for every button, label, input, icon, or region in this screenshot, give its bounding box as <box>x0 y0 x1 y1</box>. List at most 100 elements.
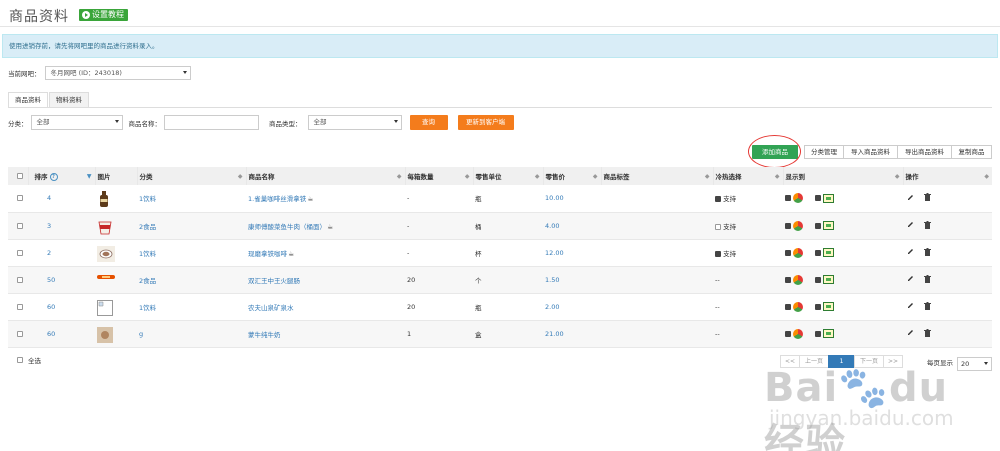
delete-icon[interactable] <box>924 274 932 285</box>
tab-materials[interactable]: 物料资料 <box>49 92 89 108</box>
col-category[interactable]: 分类 ◆ <box>136 167 246 185</box>
display-pc-checkbox[interactable] <box>785 276 791 283</box>
select-all[interactable]: 全选 <box>17 355 41 365</box>
col-price[interactable]: 零售价 ◆ <box>542 167 601 185</box>
category-select[interactable]: 全部 <box>30 115 123 130</box>
col-box-qty[interactable]: 每箱数量 ◆ <box>404 167 473 185</box>
hot-cold-checkbox[interactable] <box>715 250 721 257</box>
product-name-link[interactable]: 农夫山泉矿泉水 <box>248 304 294 312</box>
delete-icon[interactable] <box>924 193 932 203</box>
col-tag[interactable]: 商品标签 ◆ <box>600 167 713 185</box>
pager-first[interactable]: << <box>780 355 800 368</box>
delete-icon[interactable] <box>924 301 932 312</box>
product-name-link[interactable]: 现磨拿铁咖啡 <box>248 250 287 258</box>
edit-icon[interactable] <box>907 194 914 203</box>
per-page-select[interactable]: 20 <box>957 357 992 371</box>
row-checkbox[interactable] <box>17 330 23 337</box>
sort-value[interactable]: 4 <box>47 194 51 202</box>
product-image[interactable] <box>97 273 115 287</box>
tab-products[interactable]: 商品资料 <box>8 92 48 108</box>
sort-value[interactable]: 60 <box>47 330 55 338</box>
product-image[interactable] <box>97 299 113 316</box>
category-value[interactable]: g <box>139 330 143 338</box>
pager-last[interactable]: >> <box>883 355 903 368</box>
edit-icon[interactable] <box>907 275 914 284</box>
shop-select-value: 冬月网吧 (ID：243018) <box>50 69 122 77</box>
product-name-link[interactable]: 蒙牛纯牛奶 <box>248 331 281 339</box>
category-manage-button[interactable]: 分类管理 <box>804 145 844 159</box>
product-name-link[interactable]: 康师傅酸菜鱼牛肉（桶面） <box>248 223 326 231</box>
col-hot-cold[interactable]: 冷热选择 ◆ <box>712 167 783 185</box>
col-actions[interactable]: 操作 ◆ <box>902 167 992 185</box>
table-row[interactable]: 50 2食品 双汇王中王火腿肠 20 个 1.50 -- <box>8 266 992 293</box>
table-row[interactable]: 3 2食品 康师傅酸菜鱼牛肉（桶面）☕ - 桶 4.00 支持 <box>8 212 992 239</box>
category-cell: 1饮料 <box>137 293 246 320</box>
table-row[interactable]: 60 g 蒙牛纯牛奶 1 盒 21.00 -- <box>8 320 992 347</box>
display-screen-checkbox[interactable] <box>815 276 822 283</box>
col-unit[interactable]: 零售单位 ◆ <box>472 167 543 185</box>
hot-cold-checkbox[interactable] <box>715 196 721 203</box>
import-button[interactable]: 导入商品资料 <box>843 145 898 159</box>
row-checkbox[interactable] <box>17 303 23 310</box>
table-row[interactable]: 60 1饮料 农夫山泉矿泉水 20 瓶 2.00 -- <box>8 293 992 320</box>
sort-value[interactable]: 3 <box>47 222 51 230</box>
sort-value[interactable]: 2 <box>47 249 51 257</box>
product-name-link[interactable]: 双汇王中王火腿肠 <box>248 277 300 285</box>
row-checkbox[interactable] <box>17 195 23 202</box>
delete-icon[interactable] <box>924 247 932 258</box>
edit-icon[interactable] <box>907 221 914 230</box>
display-screen-checkbox[interactable] <box>815 303 822 310</box>
category-value[interactable]: 1饮料 <box>139 250 156 258</box>
display-screen-checkbox[interactable] <box>815 330 822 337</box>
category-value[interactable]: 2食品 <box>139 277 156 285</box>
pager-prev[interactable]: 上一页 <box>799 355 829 368</box>
col-sort[interactable]: 排序? ▼ <box>27 167 95 185</box>
col-display[interactable]: 显示到 ◆ <box>782 167 903 185</box>
category-value[interactable]: 2食品 <box>139 223 156 231</box>
display-screen-checkbox[interactable] <box>815 249 822 256</box>
help-icon[interactable]: ? <box>49 173 58 181</box>
unit-cell: 桶 <box>473 212 543 239</box>
edit-icon[interactable] <box>907 329 914 338</box>
pager-next[interactable]: 下一页 <box>854 355 884 368</box>
table-row[interactable]: 2 1饮料 现磨拿铁咖啡☕ - 杯 12.00 支持 <box>8 239 992 266</box>
row-checkbox[interactable] <box>17 276 23 283</box>
category-value[interactable]: 1饮料 <box>139 304 156 312</box>
category-value[interactable]: 1饮料 <box>139 195 156 203</box>
edit-icon[interactable] <box>907 248 914 257</box>
sort-value[interactable]: 60 <box>47 303 55 311</box>
table-row[interactable]: 4 1饮料 1.雀巢咖啡丝滑拿铁☕ - 瓶 10.00 支持 <box>8 185 992 212</box>
display-pc-checkbox[interactable] <box>785 303 791 310</box>
sync-client-button[interactable]: 更新到客户端 <box>457 115 514 130</box>
select-all-header-checkbox[interactable] <box>17 173 23 179</box>
select-all-checkbox[interactable] <box>17 357 23 363</box>
display-screen-checkbox[interactable] <box>815 195 822 202</box>
display-pc-checkbox[interactable] <box>785 249 791 256</box>
pager-current[interactable]: 1 <box>828 355 855 368</box>
shop-select[interactable]: 冬月网吧 (ID：243018) <box>44 66 191 80</box>
product-image[interactable] <box>97 326 113 343</box>
col-name[interactable]: 商品名称 ◆ <box>245 167 405 185</box>
row-checkbox[interactable] <box>17 222 23 229</box>
row-checkbox[interactable] <box>17 249 23 256</box>
name-input[interactable] <box>164 115 259 130</box>
product-name-link[interactable]: 1.雀巢咖啡丝滑拿铁 <box>248 195 306 203</box>
display-pc-checkbox[interactable] <box>785 195 791 202</box>
actions-cell <box>903 185 992 212</box>
display-screen-checkbox[interactable] <box>815 222 822 229</box>
delete-icon[interactable] <box>924 220 932 231</box>
display-pc-checkbox[interactable] <box>785 222 791 229</box>
tutorial-button[interactable]: 设置教程 <box>79 9 128 21</box>
product-image[interactable] <box>97 219 112 234</box>
product-image[interactable] <box>97 245 115 262</box>
sort-value[interactable]: 50 <box>47 276 55 284</box>
copy-product-button[interactable]: 复制商品 <box>951 145 992 159</box>
hot-cold-checkbox[interactable] <box>715 223 721 230</box>
display-pc-checkbox[interactable] <box>785 330 791 337</box>
query-button[interactable]: 查询 <box>409 115 448 130</box>
edit-icon[interactable] <box>907 302 914 311</box>
type-select[interactable]: 全部 <box>307 115 402 130</box>
export-button[interactable]: 导出商品资料 <box>897 145 952 159</box>
product-image[interactable] <box>97 191 111 208</box>
delete-icon[interactable] <box>924 328 932 339</box>
